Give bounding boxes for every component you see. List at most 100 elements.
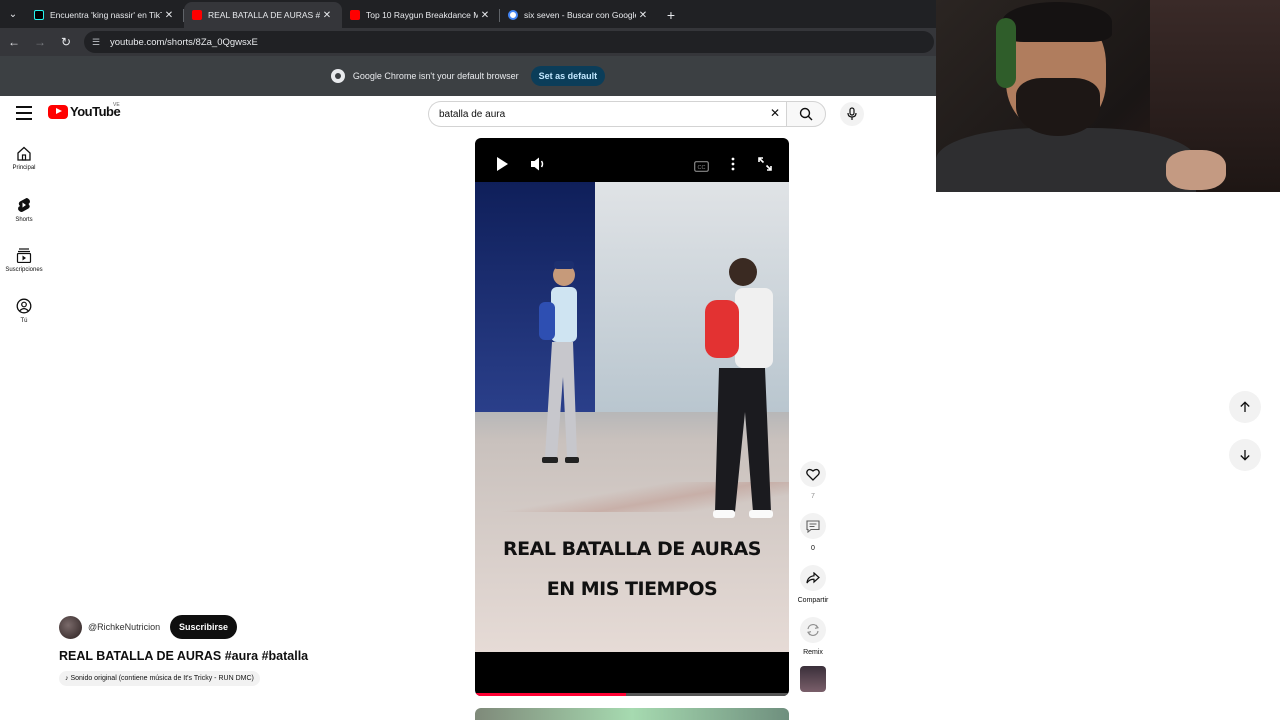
webcam-person-beard (1016, 78, 1100, 136)
next-short-preview[interactable] (475, 708, 789, 720)
close-icon[interactable]: ✕ (636, 10, 650, 21)
youtube-icon (192, 10, 202, 20)
clear-search-icon[interactable]: ✕ (770, 106, 780, 120)
nav-label: Tú (20, 318, 28, 324)
previous-short-button[interactable] (1229, 391, 1261, 423)
shorts-video-player[interactable]: CC REAL BATALLA DE AURAS EN MIS TIEMPOS (475, 138, 789, 696)
tab-title: Encuentra 'king nassir' en TikTok (50, 10, 162, 20)
close-icon[interactable]: ✕ (478, 10, 492, 21)
subscriptions-icon (16, 248, 32, 263)
arrow-down-icon (1240, 450, 1250, 461)
new-tab-button[interactable]: + (658, 2, 684, 28)
video-progress-fill (475, 693, 626, 696)
tab-title: Top 10 Raygun Breakdance Moves (366, 10, 478, 20)
heart-icon (806, 468, 820, 481)
channel-avatar[interactable] (59, 616, 82, 639)
tab-tiktok[interactable]: Encuentra 'king nassir' en TikTok ✕ (26, 2, 184, 28)
video-caption-line-1: REAL BATALLA DE AURAS (503, 538, 761, 560)
like-count: 7 (811, 493, 815, 500)
video-figure-left (539, 261, 579, 463)
tab-strip: ⌄ Encuentra 'king nassir' en TikTok ✕ RE… (0, 0, 936, 28)
tab-youtube-shorts[interactable]: REAL BATALLA DE AURAS #aura #batalla ✕ (184, 2, 342, 28)
webcam-person-hair (1002, 2, 1112, 42)
address-bar[interactable]: ☰ youtube.com/shorts/8Za_0QgwsxE (84, 31, 934, 53)
video-figure-right (705, 258, 773, 518)
like-action[interactable]: 7 (793, 461, 833, 500)
google-icon (508, 10, 518, 20)
site-info-icon[interactable]: ☰ (92, 37, 102, 48)
webcam-person-shirt (936, 128, 1196, 192)
country-code: VE (113, 102, 120, 108)
forward-button[interactable]: → (28, 30, 52, 54)
sound-thumbnail[interactable] (800, 666, 826, 692)
channel-handle[interactable]: @RichkeNutricion (88, 622, 160, 632)
fullscreen-icon[interactable] (758, 157, 772, 176)
close-icon[interactable]: ✕ (162, 10, 176, 21)
search-value: batalla de aura (439, 108, 506, 120)
comment-action[interactable]: 0 (793, 513, 833, 552)
search-icon (799, 107, 813, 121)
microphone-icon (847, 107, 857, 120)
arrow-up-icon (1240, 401, 1250, 412)
webcam-headset (996, 18, 1016, 88)
youtube-play-icon (48, 104, 68, 119)
home-icon (17, 146, 31, 161)
remix-action[interactable]: Remix (793, 617, 833, 656)
play-icon[interactable] (495, 156, 509, 177)
default-browser-infobar: Google Chrome isn't your default browser… (0, 56, 936, 96)
youtube-logo[interactable]: YouTube VE (48, 102, 121, 119)
set-as-default-button[interactable]: Set as default (530, 66, 606, 86)
nav-shorts[interactable]: Shorts (0, 197, 48, 223)
video-progress-bar[interactable] (475, 693, 789, 696)
remix-label: Remix (803, 649, 823, 656)
subscribe-button[interactable]: Suscribirse (170, 615, 238, 639)
comments-button[interactable] (800, 513, 826, 539)
like-button[interactable] (800, 461, 826, 487)
search-button[interactable] (786, 101, 826, 127)
tab-title: REAL BATALLA DE AURAS #aura #batalla (208, 10, 320, 20)
tiktok-icon (34, 10, 44, 20)
captions-icon[interactable]: CC (694, 159, 709, 177)
video-caption-line-2: EN MIS TIEMPOS (546, 578, 718, 600)
webcam-overlay (936, 0, 1280, 192)
tab-google[interactable]: six seven - Buscar con Google ✕ (500, 2, 658, 28)
nav-label: Shorts (15, 217, 33, 223)
tab-raygun[interactable]: Top 10 Raygun Breakdance Moves ✕ (342, 2, 500, 28)
share-button[interactable] (800, 565, 826, 591)
svg-text:CC: CC (698, 165, 706, 171)
nav-home[interactable]: Principal (0, 146, 48, 171)
more-options-icon[interactable] (731, 157, 735, 176)
nav-label: Suscripciones (5, 267, 43, 273)
screen: ⌄ Encuentra 'king nassir' en TikTok ✕ RE… (0, 0, 1280, 720)
comment-count: 0 (811, 545, 815, 552)
nav-you[interactable]: Tú (0, 298, 48, 324)
remix-button[interactable] (800, 617, 826, 643)
share-label: Compartir (797, 597, 829, 604)
nav-label: Principal (12, 165, 36, 171)
comment-icon (806, 519, 820, 533)
menu-icon[interactable] (16, 106, 32, 120)
share-action[interactable]: Compartir (793, 565, 833, 604)
reload-button[interactable]: ↻ (54, 30, 78, 54)
share-icon (806, 572, 820, 584)
nav-subscriptions[interactable]: Suscripciones (0, 248, 48, 273)
you-icon (16, 298, 32, 314)
back-button[interactable]: ← (2, 30, 26, 54)
chrome-icon (330, 69, 345, 83)
youtube-icon (350, 10, 360, 20)
volume-icon[interactable] (530, 156, 547, 177)
shorts-icon (18, 197, 30, 212)
next-short-button[interactable] (1229, 439, 1261, 471)
video-title[interactable]: REAL BATALLA DE AURAS #aura #batalla (59, 649, 308, 663)
url-text: youtube.com/shorts/8Za_0QgwsxE (110, 36, 258, 48)
sound-chip[interactable]: ♪ Sonido original (contiene música de It… (59, 671, 260, 686)
search-input[interactable]: batalla de aura ✕ (428, 101, 786, 127)
voice-search-button[interactable] (840, 102, 864, 126)
infobar-message: Google Chrome isn't your default browser (352, 71, 519, 81)
tab-title: six seven - Buscar con Google (524, 10, 636, 20)
close-icon[interactable]: ✕ (320, 10, 334, 21)
video-frame: REAL BATALLA DE AURAS EN MIS TIEMPOS (475, 182, 789, 652)
remix-icon (807, 624, 819, 636)
tab-search-icon[interactable]: ⌄ (0, 0, 26, 28)
webcam-person-hand (1166, 150, 1226, 190)
